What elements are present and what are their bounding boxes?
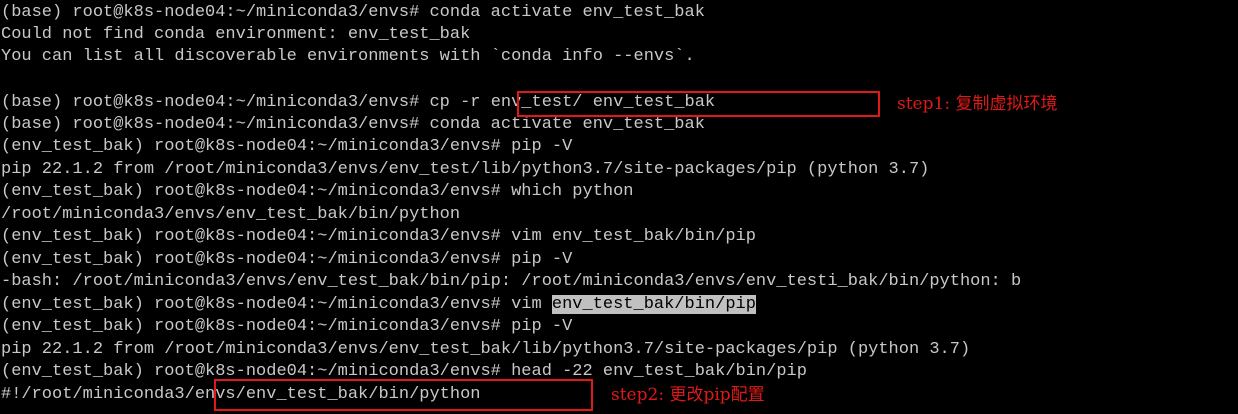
terminal-line: You can list all discoverable environmen… <box>1 47 695 66</box>
terminal-prompt: (base) root@k8s-node04:~/miniconda3/envs… <box>1 93 430 112</box>
terminal-line: (env_test_bak) root@k8s-node04:~/minicon… <box>1 137 573 156</box>
step1-annotation: step1: 复制虚拟环境 <box>897 94 1058 114</box>
terminal-line: (env_test_bak) root@k8s-node04:~/minicon… <box>1 182 634 201</box>
terminal-line: Could not find conda environment: env_te… <box>1 25 471 44</box>
terminal-line: (env_test_bak) root@k8s-node04:~/minicon… <box>1 294 756 316</box>
terminal-line: -bash: /root/miniconda3/envs/env_test_ba… <box>1 272 1022 291</box>
terminal-line: (env_test_bak) root@k8s-node04:~/minicon… <box>1 227 756 246</box>
selected-text[interactable]: env_test_bak/bin/pip <box>551 295 756 314</box>
terminal-line: (base) root@k8s-node04:~/miniconda3/envs… <box>1 115 705 134</box>
terminal-line: (env_test_bak) root@k8s-node04:~/minicon… <box>1 317 573 336</box>
step2-annotation: step2: 更改pip配置 <box>611 385 765 405</box>
terminal-prompt: (env_test_bak) root@k8s-node04:~/minicon… <box>1 295 552 314</box>
step2-highlight-box <box>214 379 593 411</box>
terminal-window[interactable]: (base) root@k8s-node04:~/miniconda3/envs… <box>0 0 1238 414</box>
step1-highlight-box <box>517 91 880 117</box>
terminal-line: (env_test_bak) root@k8s-node04:~/minicon… <box>1 250 573 269</box>
terminal-line: /root/miniconda3/envs/env_test_bak/bin/p… <box>1 205 461 224</box>
terminal-line: pip 22.1.2 from /root/miniconda3/envs/en… <box>1 160 930 179</box>
terminal-line: (base) root@k8s-node04:~/miniconda3/envs… <box>1 3 705 22</box>
terminal-line: pip 22.1.2 from /root/miniconda3/envs/en… <box>1 340 971 359</box>
